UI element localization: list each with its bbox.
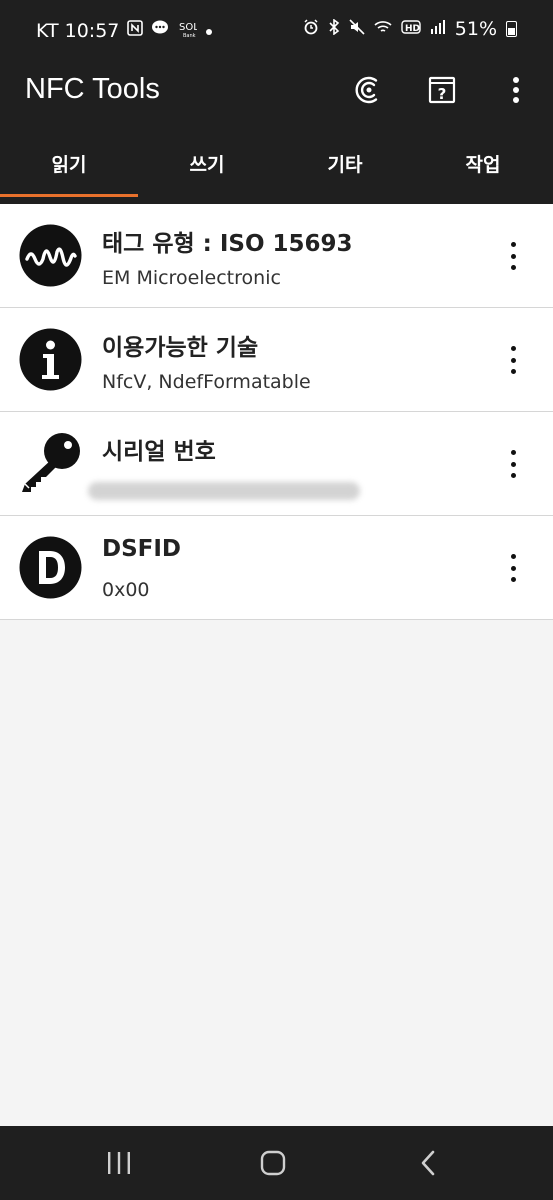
list-item-technologies[interactable]: 이용가능한 기술 NfcV, NdefFormatable [0, 308, 553, 412]
nfc-scan-icon [355, 76, 378, 104]
tab-read[interactable]: 읽기 [0, 122, 138, 204]
bluetooth-icon [328, 17, 340, 40]
dsfid-d-icon [19, 536, 82, 599]
status-right: HD 51% [303, 17, 517, 40]
alarm-icon [303, 18, 319, 40]
back-button[interactable] [406, 1146, 450, 1180]
more-vert-icon [510, 346, 516, 351]
svg-text:?: ? [438, 85, 447, 103]
dot-icon [205, 21, 213, 41]
redaction-blur [88, 482, 360, 500]
active-tab-indicator [0, 194, 138, 197]
waveform-icon [19, 224, 82, 287]
wifi-icon [374, 19, 392, 40]
tab-write-label: 쓰기 [189, 153, 225, 176]
list-item-serial-number[interactable]: 시리얼 번호 [0, 412, 553, 516]
tab-bar: 읽기 쓰기 기타 작업 [0, 122, 553, 204]
tab-other-label: 기타 [327, 153, 363, 176]
tag-info-list: 태그 유형 : ISO 15693 EM Microelectronic 이용가… [0, 204, 553, 620]
battery-icon [506, 21, 517, 37]
back-icon [421, 1150, 435, 1176]
message-icon [151, 20, 169, 41]
svg-text:Bank: Bank [183, 33, 196, 38]
tab-other[interactable]: 기타 [276, 122, 414, 204]
item-more-button[interactable] [501, 346, 525, 374]
more-options-button[interactable] [496, 70, 536, 110]
tab-read-label: 읽기 [51, 153, 87, 176]
recent-apps-icon [108, 1152, 130, 1174]
signal-icon [430, 19, 446, 40]
item-subtitle: 0x00 [102, 579, 150, 601]
more-vert-icon [510, 554, 516, 559]
more-vert-icon [510, 450, 516, 455]
item-title: DSFID [102, 536, 182, 562]
tab-tasks[interactable]: 작업 [414, 122, 552, 204]
item-title: 태그 유형 : ISO 15693 [102, 231, 353, 257]
mute-icon [349, 18, 365, 40]
app-bar: NFC Tools ? [0, 60, 553, 122]
tab-write[interactable]: 쓰기 [138, 122, 276, 204]
help-icon: ? [428, 76, 456, 104]
home-icon [260, 1150, 286, 1176]
home-button[interactable] [251, 1146, 295, 1180]
item-more-button[interactable] [501, 554, 525, 582]
more-vert-icon [513, 77, 519, 103]
status-left: KT 10:57 SOL Bank [36, 18, 213, 43]
tab-tasks-label: 작업 [465, 153, 501, 176]
svg-text:HD: HD [405, 24, 420, 34]
help-button[interactable]: ? [422, 70, 462, 110]
item-more-button[interactable] [501, 242, 525, 270]
item-title: 시리얼 번호 [102, 439, 216, 465]
status-bar: KT 10:57 SOL Bank HD 51% [0, 0, 553, 60]
recent-apps-button[interactable] [97, 1146, 141, 1180]
app-title: NFC Tools [25, 73, 160, 105]
carrier-time: KT 10:57 [36, 19, 120, 42]
info-icon [19, 328, 82, 391]
system-nav-bar [0, 1126, 553, 1200]
svg-text:SOL: SOL [179, 22, 197, 33]
nfc-scan-button[interactable] [349, 70, 389, 110]
item-subtitle: EM Microelectronic [102, 267, 281, 289]
nfc-icon [127, 20, 144, 41]
list-item-dsfid[interactable]: DSFID 0x00 [0, 516, 553, 620]
list-item-tag-type[interactable]: 태그 유형 : ISO 15693 EM Microelectronic [0, 204, 553, 308]
key-icon [19, 432, 82, 495]
battery-percent: 51% [454, 18, 497, 40]
more-vert-icon [510, 242, 516, 247]
hd-icon: HD [401, 19, 421, 40]
item-subtitle: NfcV, NdefFormatable [102, 371, 311, 393]
item-more-button[interactable] [501, 450, 525, 478]
bank-app-icon: SOL Bank [177, 18, 199, 43]
item-title: 이용가능한 기술 [102, 335, 259, 361]
